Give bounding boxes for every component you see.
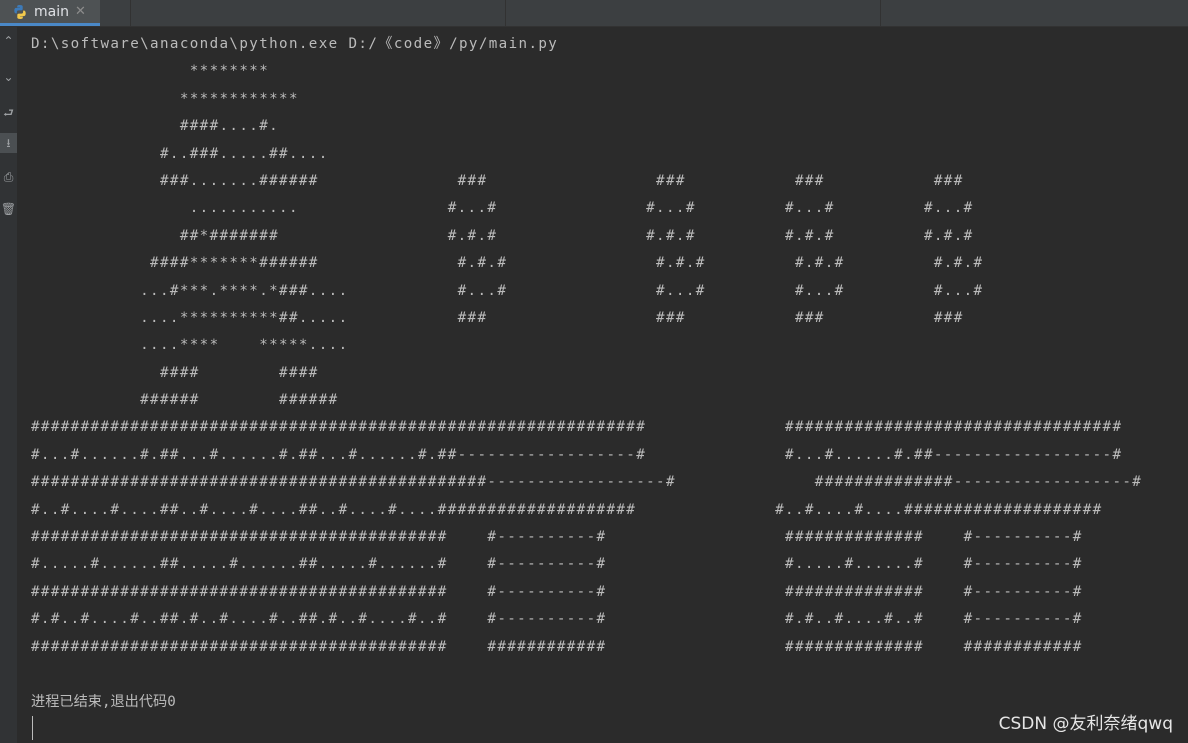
console-line: ******** — [31, 63, 270, 80]
console-line: #.#..#....#..##.#..#....#..##.#..#....#.… — [31, 611, 1083, 628]
console-line: #..###.....##.... — [31, 145, 329, 162]
console-line: ########################################… — [31, 474, 1143, 491]
console-line: ####....#. — [31, 118, 280, 135]
console-line: ...#***.****.*###.... #...# #...# #...# … — [31, 282, 984, 299]
console-line: ########################################… — [31, 583, 1083, 600]
soft-wrap-icon[interactable]: ⮐ — [0, 103, 17, 123]
text-caret[interactable] — [32, 716, 33, 740]
chevron-down-icon[interactable]: ⌄ — [0, 67, 17, 87]
console-line: ###### ###### — [31, 392, 339, 409]
console-command-line: D:\software\anaconda\python.exe D:/《code… — [31, 36, 559, 52]
console-line: ....**** *****.... — [31, 337, 349, 354]
tab-label: main — [34, 3, 69, 20]
tab-divider — [880, 0, 881, 26]
close-icon[interactable]: ✕ — [75, 4, 86, 19]
console-line: ........... #...# #...# #...# #...# — [31, 200, 974, 217]
csdn-watermark: CSDN @友利奈绪qwq — [998, 714, 1173, 734]
tab-main[interactable]: main ✕ — [0, 0, 100, 26]
console-line: ####*******###### #.#.# #.#.# #.#.# #.#.… — [31, 255, 984, 272]
console-line: #..#....#....##..#....#....##..#....#...… — [31, 501, 1103, 518]
console-line: #.....#......##.....#......##.....#.....… — [31, 556, 1083, 573]
process-exit-message: 进程已结束,退出代码0 — [31, 694, 176, 710]
console-line: ###.......###### ### ### ### ### — [31, 172, 964, 189]
python-icon — [14, 4, 26, 19]
tab-divider — [505, 0, 506, 26]
console-line: ########################################… — [31, 419, 1123, 436]
chevron-up-icon[interactable]: ⌃ — [0, 31, 17, 51]
console-line: ########################################… — [31, 638, 1083, 655]
scroll-to-end-icon[interactable]: ⭳ — [0, 133, 17, 153]
console-line: #...#......#.##...#......#.##...#......#… — [31, 446, 1123, 463]
console-line: ##*####### #.#.# #.#.# #.#.# #.#.# — [31, 227, 974, 244]
console-line: ########################################… — [31, 529, 1083, 546]
trash-icon[interactable]: 🗑 — [0, 199, 17, 219]
console-toolbar: ⌃ ⌄ ⮐ ⭳ ⎙ 🗑 — [0, 27, 18, 743]
console-line: ....**********##..... ### ### ### ### — [31, 309, 964, 326]
editor-tab-bar: main ✕ — [0, 0, 1188, 27]
print-icon[interactable]: ⎙ — [0, 167, 17, 187]
tab-divider — [130, 0, 131, 26]
console-line: ************ — [31, 90, 299, 107]
console-output: D:\software\anaconda\python.exe D:/《code… — [31, 31, 1181, 661]
console-line: #### #### — [31, 364, 319, 381]
